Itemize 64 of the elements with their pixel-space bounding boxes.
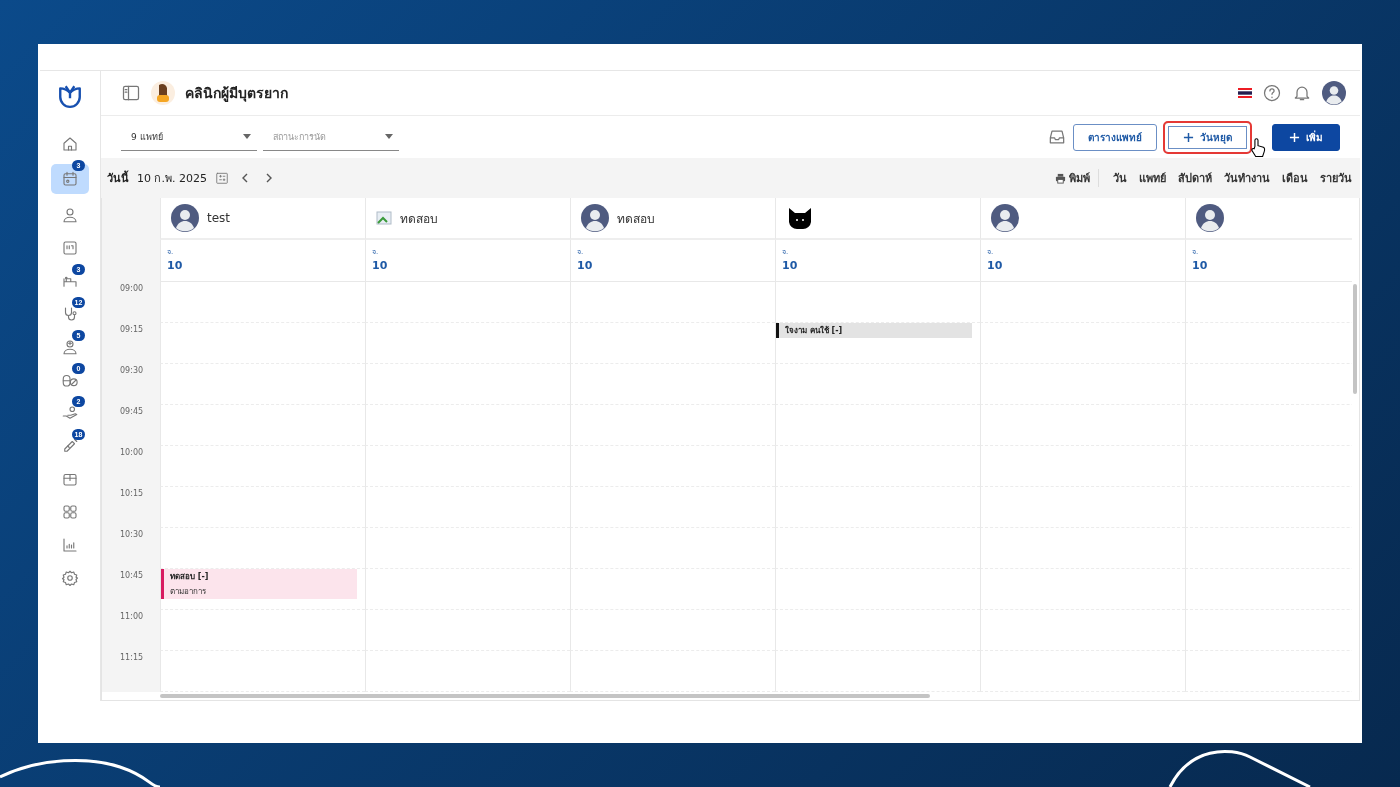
view-tab[interactable]: วันทำงาน — [1222, 169, 1272, 187]
action-button[interactable]: ตารางแพทย์ — [1073, 123, 1157, 151]
view-tab[interactable]: เดือน — [1280, 169, 1310, 187]
user-avatar[interactable] — [1322, 81, 1346, 105]
action-button[interactable]: เพิ่ม — [1272, 123, 1340, 151]
doctor-name: ทดสอบ — [617, 210, 655, 228]
view-tab[interactable]: สัปดาห์ — [1176, 169, 1214, 187]
day-number: 10 — [372, 259, 389, 272]
day-number: 10 — [577, 259, 594, 272]
avatar-icon — [171, 204, 199, 232]
plus-icon — [1183, 131, 1194, 143]
time-label: 09:15 — [102, 323, 160, 364]
broken-image-icon — [376, 211, 392, 225]
calendar-picker-icon — [215, 171, 229, 185]
avatar-icon — [1196, 204, 1224, 232]
vertical-scrollbar[interactable] — [1353, 284, 1357, 394]
plus-icon — [1289, 131, 1300, 143]
nurse-icon — [61, 337, 79, 356]
time-label: 11:15 — [102, 651, 160, 692]
grid-icon — [61, 502, 79, 521]
doctor-name: ทดสอบ — [400, 210, 438, 228]
doctor-name: test — [207, 211, 231, 225]
avatar-icon — [991, 204, 1019, 232]
time-label: 10:30 — [102, 528, 160, 569]
day-number: 10 — [167, 259, 184, 272]
person-icon — [61, 205, 79, 224]
current-date: 10 ก.พ. 2025 — [137, 171, 207, 187]
day-number: 10 — [1192, 259, 1209, 272]
printer-icon — [1055, 172, 1066, 184]
sidebar-toggle-icon — [121, 83, 141, 103]
flag-icon[interactable] — [1238, 88, 1252, 98]
time-label: 11:00 — [102, 610, 160, 651]
hand-icon — [61, 403, 79, 422]
settings-icon — [61, 568, 79, 587]
appointment-card[interactable]: ทดสอบ [-] ตามอาการ — [161, 569, 357, 599]
chevron-left-icon — [241, 172, 249, 183]
help-icon — [1262, 83, 1282, 103]
calendar-icon — [61, 170, 79, 188]
tulip-logo — [57, 83, 83, 109]
horizontal-scrollbar[interactable] — [160, 694, 930, 698]
print-button[interactable]: พิมพ์ — [1055, 169, 1099, 187]
time-slot[interactable] — [570, 282, 775, 323]
time-label: 10:45 — [102, 569, 160, 610]
today-label: วันนี้ — [107, 169, 129, 187]
appointment-card[interactable]: ใจงาม คนใช้ [-] — [776, 323, 972, 338]
clinic-name: คลินิกผู้มีบุตรยาก — [185, 84, 288, 104]
time-slot[interactable]: ทดสอบ [-] ตามอาการ — [160, 569, 365, 610]
day-number: 10 — [987, 259, 1004, 272]
action-button[interactable]: วันหยุด — [1163, 120, 1252, 154]
time-label: 09:45 — [102, 405, 160, 446]
time-label: 10:00 — [102, 446, 160, 487]
time-slot[interactable] — [570, 323, 775, 364]
view-tab[interactable]: รายวัน — [1318, 169, 1354, 187]
time-label: 10:15 — [102, 487, 160, 528]
view-tab[interactable]: แพทย์ — [1137, 169, 1168, 187]
clinic-logo — [151, 81, 175, 105]
time-label: 09:00 — [102, 282, 160, 323]
time-slot[interactable]: ใจงาม คนใช้ [-] — [775, 323, 980, 364]
chevron-right-icon — [265, 172, 273, 183]
id-card-icon — [61, 238, 79, 257]
view-tab[interactable]: วัน — [1111, 169, 1129, 187]
time-label: 09:30 — [102, 364, 160, 405]
day-number: 10 — [782, 259, 799, 272]
avatar-icon — [581, 204, 609, 232]
